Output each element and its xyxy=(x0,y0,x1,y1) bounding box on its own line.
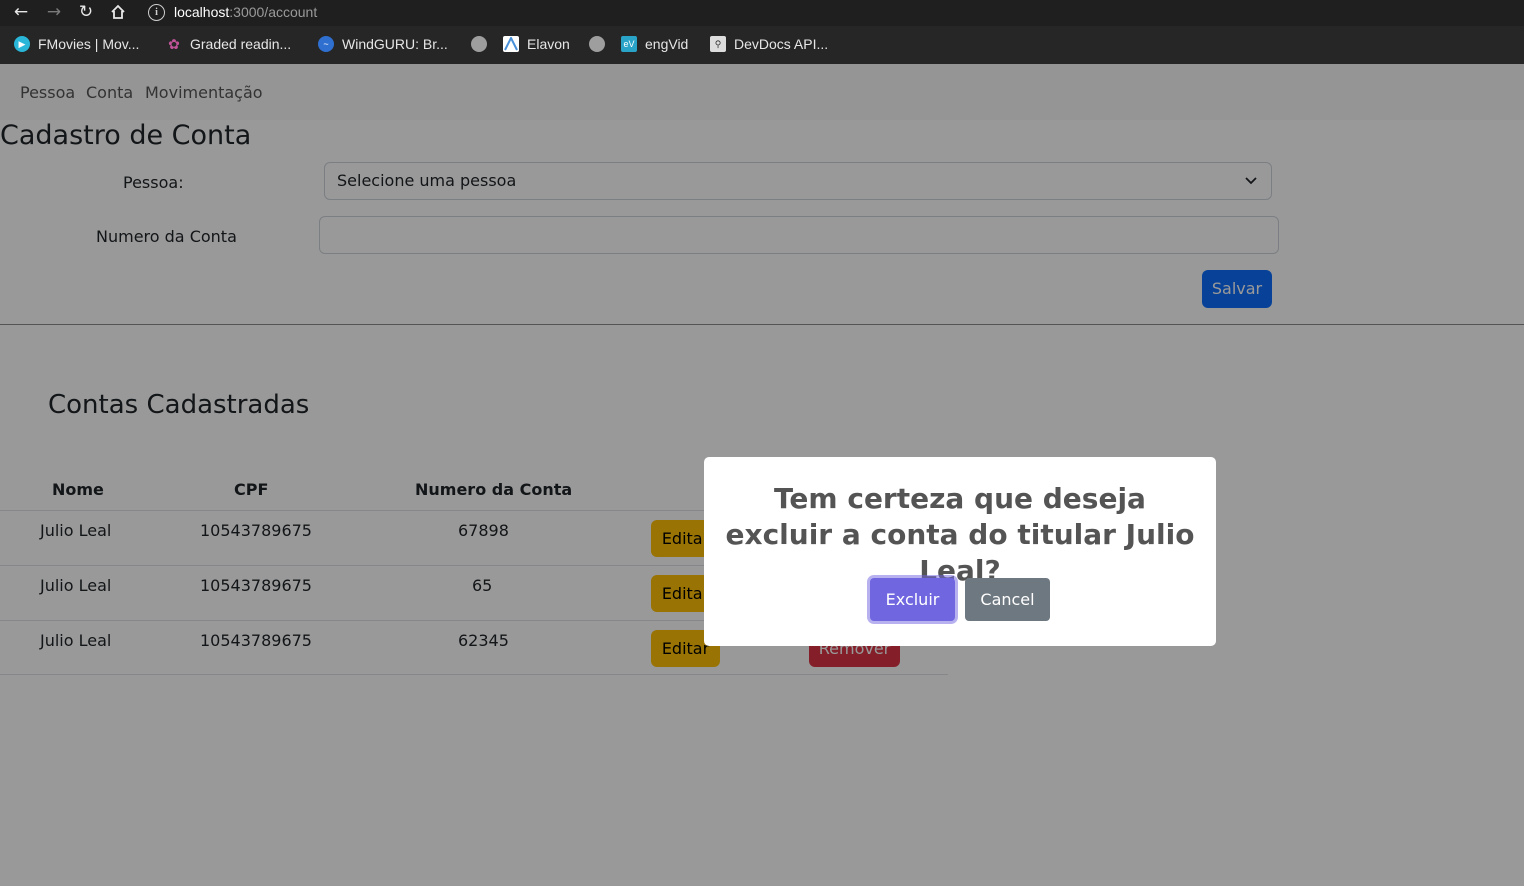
bookmarks-bar: ▶ FMovies | Mov... ✿ Graded readin... ~ … xyxy=(0,26,1524,64)
browser-toolbar: ← → ↻ i localhost:3000/account xyxy=(0,0,1524,26)
home-icon[interactable] xyxy=(107,1,129,23)
bookmark-elavon[interactable]: Elavon xyxy=(503,36,570,52)
wave-icon: ~ xyxy=(318,36,334,52)
cancel-button[interactable]: Cancel xyxy=(965,578,1050,621)
elavon-icon xyxy=(503,36,519,52)
back-icon[interactable]: ← xyxy=(10,1,32,23)
bookmark-graded-reading[interactable]: ✿ Graded readin... xyxy=(166,35,292,53)
bookmark-label: Elavon xyxy=(527,36,570,52)
confirm-dialog: Tem certeza que deseja excluir a conta d… xyxy=(704,457,1216,646)
bookmark-label: WindGURU: Br... xyxy=(342,36,448,52)
bookmark-engvid[interactable]: eV engVid xyxy=(621,36,688,52)
forward-icon[interactable]: → xyxy=(43,1,65,23)
bookmark-label: DevDocs API... xyxy=(734,36,829,52)
confirm-delete-button[interactable]: Excluir xyxy=(870,578,955,621)
bookmark-label: engVid xyxy=(645,36,689,52)
site-info-icon[interactable]: i xyxy=(148,4,165,21)
bookmark-fmovies[interactable]: ▶ FMovies | Mov... xyxy=(14,36,139,52)
play-icon: ▶ xyxy=(14,36,30,52)
engvid-icon: eV xyxy=(621,36,637,52)
globe-icon xyxy=(589,36,605,52)
flower-icon: ✿ xyxy=(168,35,180,52)
dialog-title: Tem certeza que deseja excluir a conta d… xyxy=(725,482,1195,587)
bookmark-globe[interactable] xyxy=(589,36,613,52)
bookmark-devdocs[interactable]: ⚲ DevDocs API... xyxy=(710,36,828,52)
devdocs-icon: ⚲ xyxy=(710,36,726,52)
url-path: :3000/account xyxy=(229,4,318,20)
globe-icon xyxy=(471,36,487,52)
bookmark-windguru[interactable]: ~ WindGURU: Br... xyxy=(318,36,448,52)
bookmark-globe[interactable] xyxy=(471,36,495,52)
url-host: localhost xyxy=(174,4,230,20)
bookmark-label: Graded readin... xyxy=(190,36,292,52)
address-bar[interactable]: localhost:3000/account xyxy=(174,4,317,20)
bookmark-label: FMovies | Mov... xyxy=(38,36,140,52)
reload-icon[interactable]: ↻ xyxy=(75,1,97,23)
